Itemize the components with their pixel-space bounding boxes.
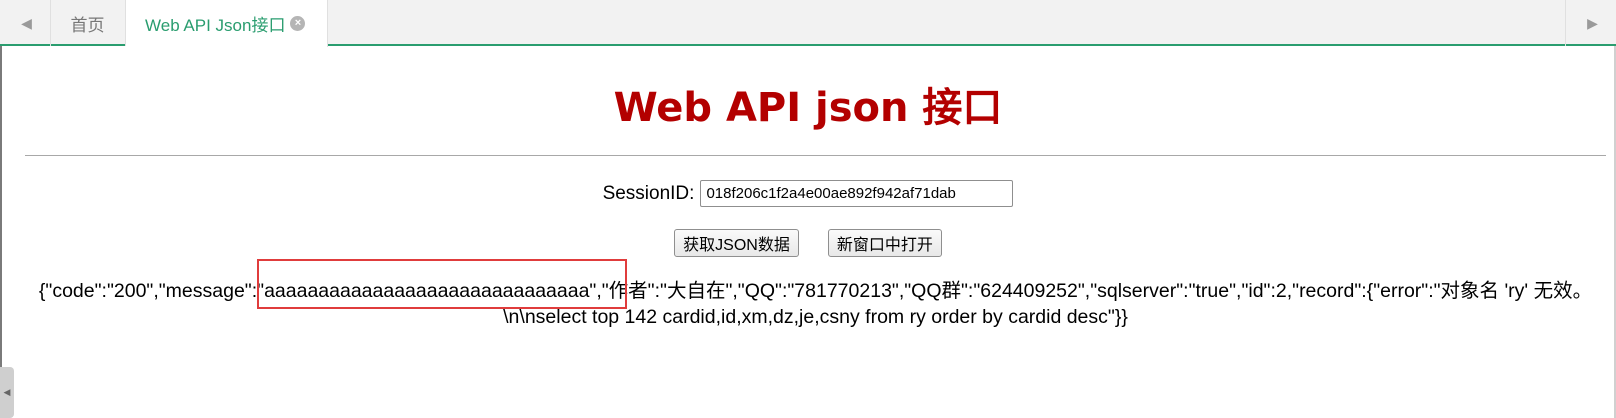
session-id-input[interactable]: [700, 180, 1014, 207]
json-output-text: {"code":"200","message":"aaaaaaaaaaaaaaa…: [38, 280, 1593, 328]
open-new-window-button[interactable]: 新窗口中打开: [827, 229, 942, 257]
tab-home-label: 首页: [70, 15, 105, 35]
double-chevron-right-icon: ▶: [1587, 14, 1598, 31]
tab-home[interactable]: 首页: [50, 0, 126, 46]
scroll-tabs-left-button[interactable]: ◀: [0, 0, 51, 46]
tab-active-label: Web API Json接口: [145, 16, 286, 35]
tab-web-api-json[interactable]: Web API Json接口 ×: [126, 0, 328, 47]
get-json-button[interactable]: 获取JSON数据: [674, 229, 799, 257]
double-chevron-left-icon: ◀: [21, 14, 32, 31]
close-icon[interactable]: ×: [290, 16, 306, 31]
session-row: SessionID:: [0, 180, 1616, 207]
chevron-left-icon: ◀: [3, 387, 11, 397]
session-id-label: SessionID:: [602, 182, 695, 204]
button-row: 获取JSON数据 新窗口中打开: [0, 229, 1616, 257]
tab-bar: ◀ 首页 Web API Json接口 × ▶: [0, 0, 1616, 47]
scroll-tabs-right-button[interactable]: ▶: [1565, 0, 1616, 46]
sidebar-toggle-handle[interactable]: ◀: [0, 367, 14, 418]
divider: [25, 155, 1606, 156]
page-title: Web API json 接口: [613, 85, 1003, 131]
